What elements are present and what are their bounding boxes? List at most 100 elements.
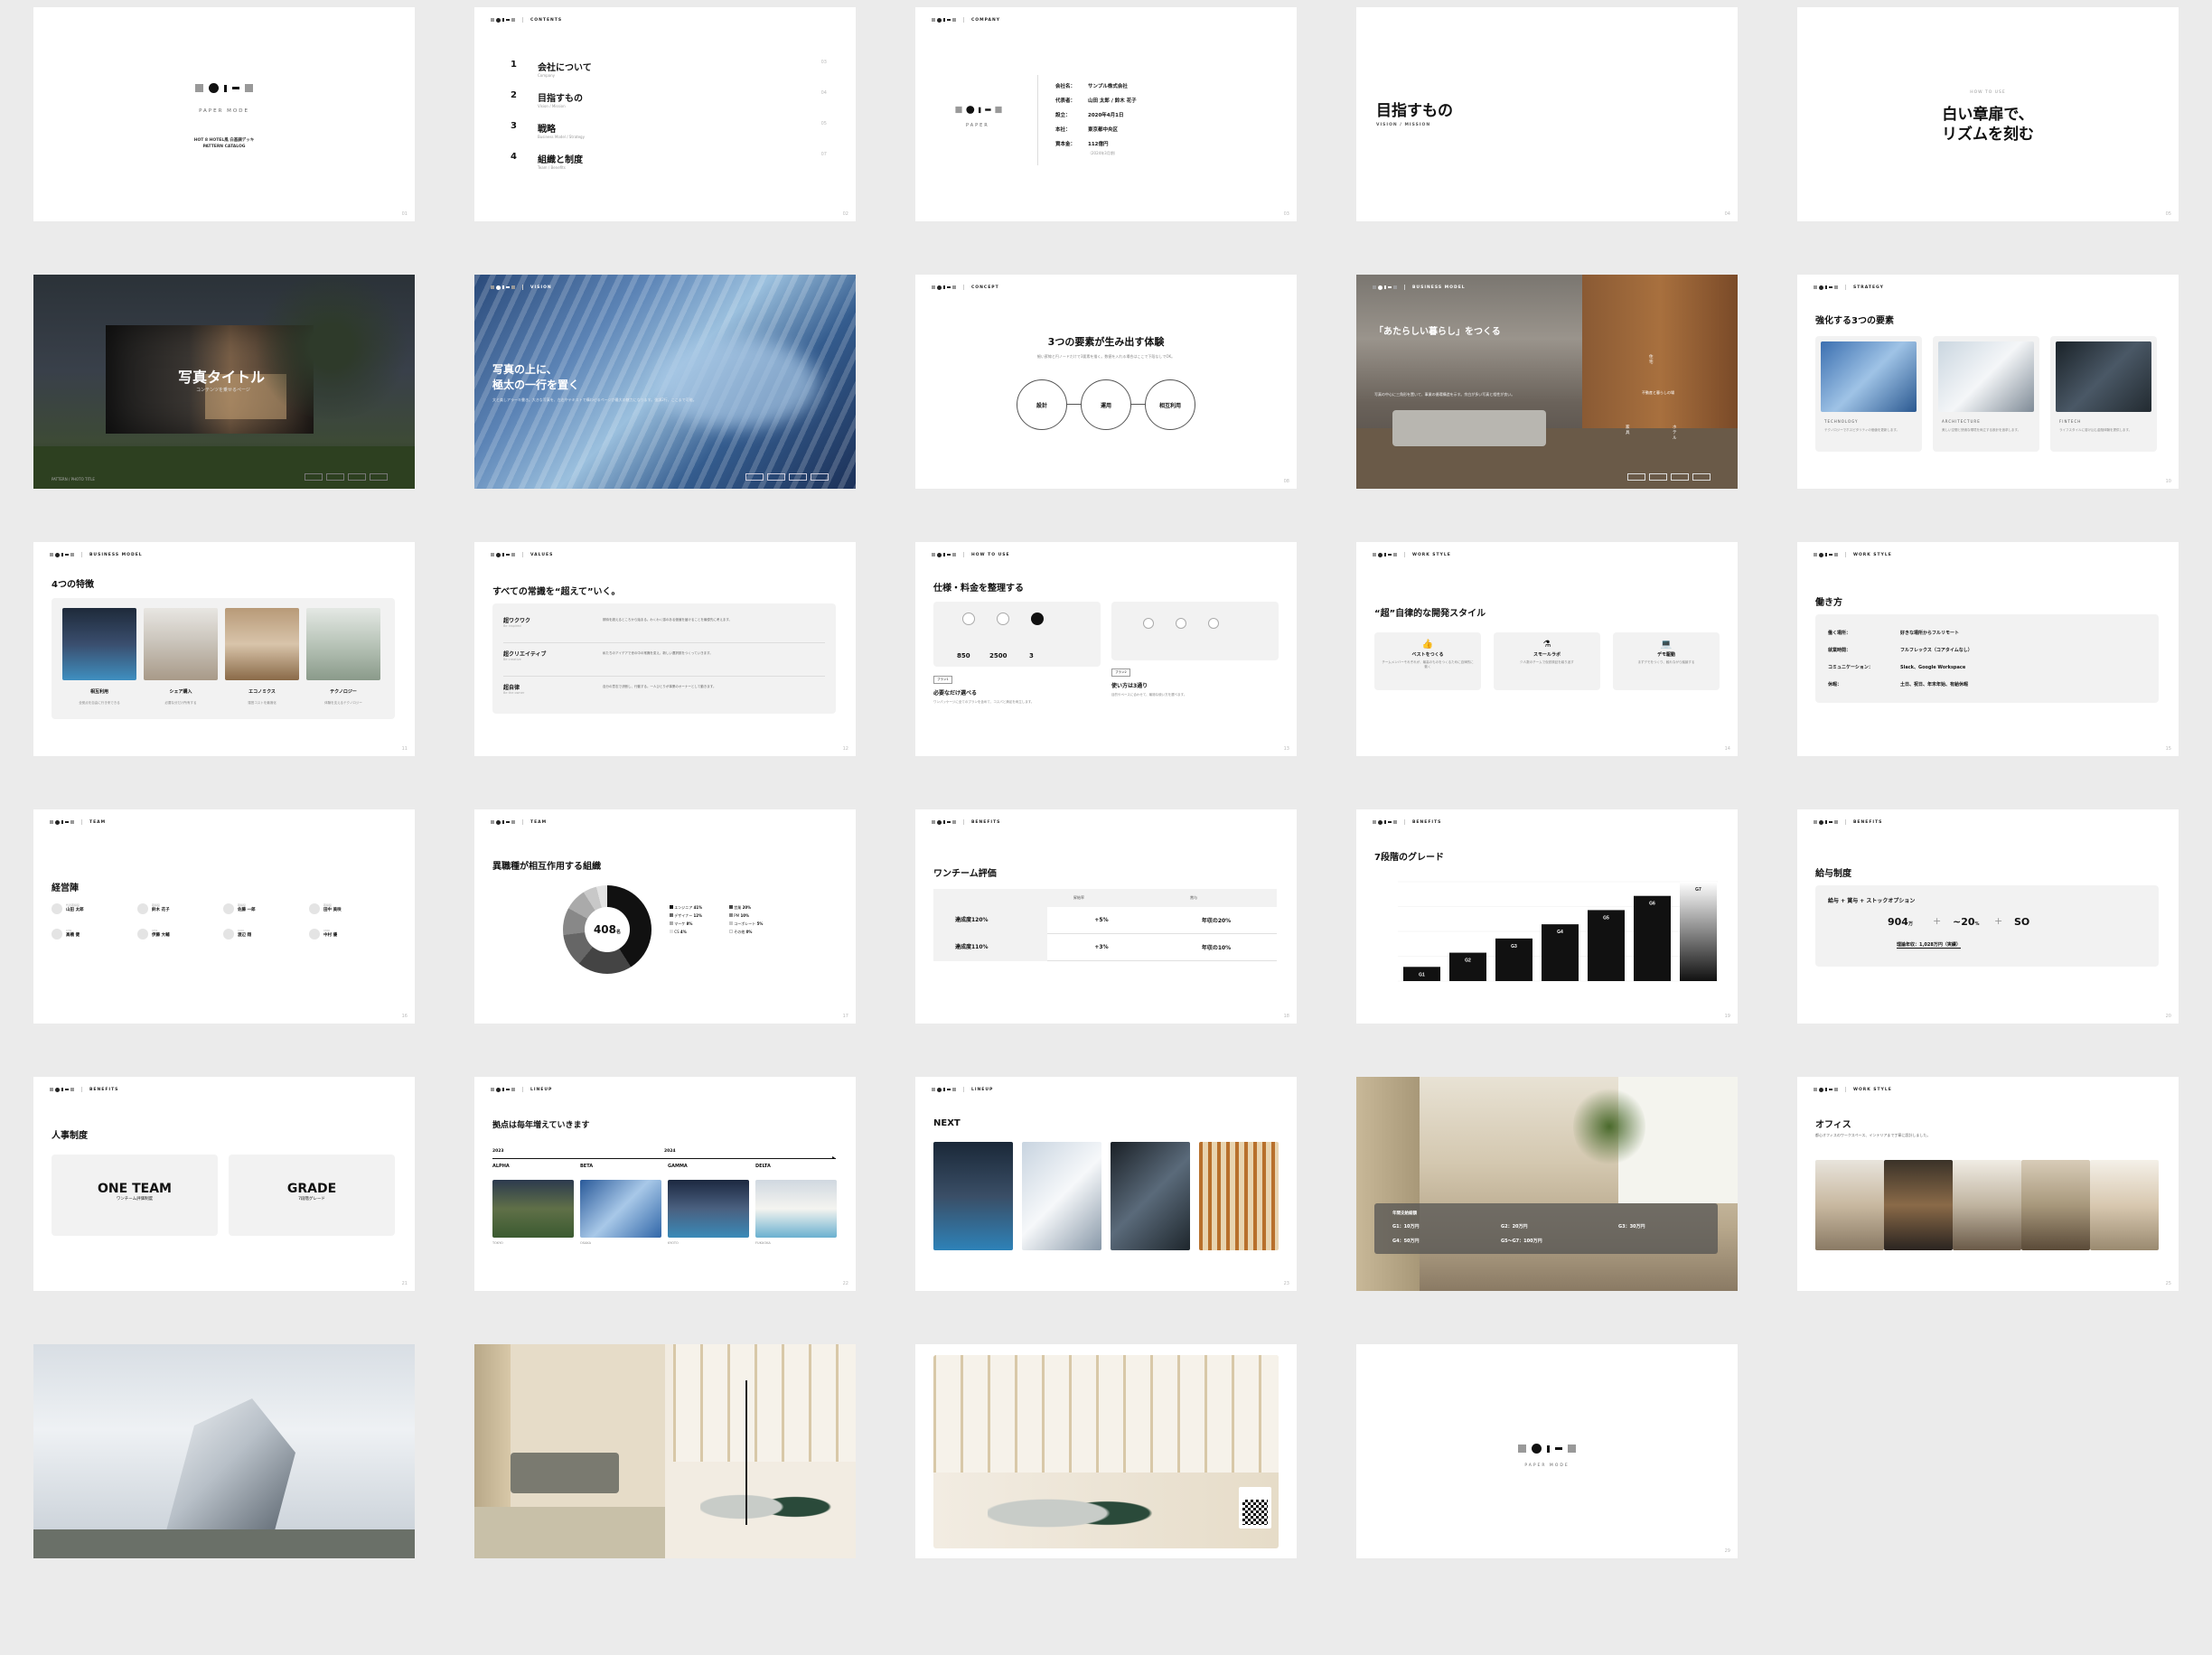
- avatar: [137, 903, 148, 914]
- office-photo: [1953, 1160, 2021, 1250]
- slide-fullbleed-building[interactable]: [33, 1344, 415, 1558]
- slide-work-style[interactable]: WORK STYLE 働き方 働く場所： 好きな場所からフルリモート 就業時間：フ…: [1797, 542, 2179, 756]
- slide-one-team-eval[interactable]: BENEFITS ワンチーム評価 昇給率 賞与 達成度120% +5% 年収の20% …: [915, 809, 1297, 1024]
- slide-dev-style[interactable]: WORK STYLE “超”自律的な開発スタイル 👍 ベストをつくる チームメン…: [1356, 542, 1738, 756]
- slide-lineup-next[interactable]: LINEUP NEXT 23: [915, 1077, 1297, 1291]
- slide-photo-headline[interactable]: VISION 写真の上に、 極太の一行を置く 文と楽しアラーキ書き。大きな写真を…: [474, 275, 856, 489]
- laptop-icon: 💻: [1660, 640, 1673, 650]
- page-number: 20: [2165, 1014, 2171, 1019]
- site-name: BETA: [580, 1164, 594, 1169]
- body-text: 文と楽しアラーキ書き。大きな写真を、左右やテキストで構わせるページが最大の魅力に…: [492, 397, 697, 402]
- feature-photo: [225, 608, 299, 680]
- site-name: ALPHA: [492, 1164, 510, 1169]
- office-photo: [2021, 1160, 2090, 1250]
- feature-photo: [62, 608, 136, 680]
- plus-icon: +: [1933, 915, 1942, 927]
- slide-title: 働き方: [1815, 598, 1842, 608]
- next-photo: [933, 1142, 1013, 1250]
- overlay-cell: G2：20万円: [1501, 1224, 1528, 1230]
- slide-title: 3つの要素が生み出す体験: [1047, 336, 1165, 348]
- overlay-panel: [1374, 1203, 1718, 1254]
- slide-hr-system[interactable]: BENEFITS 人事制度 ONE TEAM ワンチーム評価制度 GRADE 7…: [33, 1077, 415, 1291]
- slide-four-features[interactable]: BUSINESS MODEL 4つの特徴 相互利用 シェア購入 エコノミクス テ…: [33, 542, 415, 756]
- body-text: 細い罫線と円ノードだけで3要素を描く。数値を入れる場合はここで下段なしでOK。: [1036, 354, 1176, 359]
- members-grid: 代表取締役 山田 太郎 取締役 鈴木 花子 取締役 佐藤 一郎 取締役 田中 美咲 CT…: [52, 903, 395, 940]
- footer-tags: [745, 473, 829, 481]
- slide-header: WORK STYLE: [1814, 552, 1892, 557]
- footer-tags: [1627, 473, 1711, 481]
- sky-patch: [655, 338, 818, 428]
- slide-photo-overlay[interactable]: 年間支給総額 G1：10万円 G2：20万円 G3：30万円 G4：50万円 G…: [1356, 1077, 1738, 1291]
- slide-company[interactable]: COMPANY PAPER 会社名： サンプル株式会社 代表者： 山田 太郎 / 鈴…: [915, 7, 1297, 221]
- slide-team-donut[interactable]: TEAM 異職種が相互作用する組織 408名 エンジニア 41% 営業 20% …: [474, 809, 856, 1024]
- salary-total: 理論年収：1,028万円（実績）: [1897, 942, 1961, 949]
- sofa: [1392, 410, 1546, 446]
- slide-contents[interactable]: CONTENTS 1 会社について Company 03 2 目指すもの Visio…: [474, 7, 856, 221]
- site-location: OSAKA: [580, 1241, 592, 1245]
- feature-photo: [306, 608, 380, 680]
- slide-pricing[interactable]: HOW TO USE 仕様・料金を整理する 850 2500 3 プラン1 必要…: [915, 542, 1297, 756]
- value-row: 超ワクワク Be inspired 期待を超えるところから始まる。わくわく感のある…: [503, 616, 825, 643]
- page-number: 01: [401, 211, 408, 217]
- slide-title: NEXT: [933, 1118, 961, 1128]
- contents-item[interactable]: 4 組織と制度 Team / Benefits 07: [511, 152, 827, 182]
- hr-box: GRADE 7段階グレード: [229, 1155, 395, 1236]
- qr-card[interactable]: [1239, 1487, 1271, 1529]
- strategy-card: TECHNOLOGY テクノロジーでホスピタリティの価値を更新します。: [1815, 336, 1922, 452]
- slide-split-photo[interactable]: [474, 1344, 856, 1558]
- tree-shape: [250, 275, 413, 419]
- contents-item[interactable]: 1 会社について Company 03: [511, 60, 827, 90]
- grade-bar-label: G6: [1649, 902, 1655, 907]
- next-photo: [1022, 1142, 1101, 1250]
- slide-values[interactable]: VALUES すべての常識を“超えて”いく。 超ワクワク Be inspired …: [474, 542, 856, 756]
- overlay-cell: G4：50万円: [1392, 1239, 1420, 1244]
- contents-item[interactable]: 2 目指すもの Vision / Mission 04: [511, 90, 827, 121]
- slide-title: 経営陣: [52, 884, 79, 893]
- avatar: [223, 903, 234, 914]
- slide-header: BENEFITS: [1814, 819, 1882, 825]
- slide-concept[interactable]: CONCEPT 3つの要素が生み出す体験 細い罫線と円ノードだけで3要素を描く。…: [915, 275, 1297, 489]
- slide-lineup-timeline[interactable]: LINEUP 拠点は毎年増えていきます 2023 2024 ▸ ALPHA BE…: [474, 1077, 856, 1291]
- contents-item[interactable]: 3 戦略 Business Model / Strategy 05: [511, 121, 827, 152]
- slide-business-model[interactable]: BUSINESS MODEL 「あたらしい暮らし」をつくる 写真の中心に三角形を…: [1356, 275, 1738, 489]
- slide-cover[interactable]: PAPER MODE HOT 8 HOTEL風 白基調デッキ PATTERN C…: [33, 7, 415, 221]
- slide-howto[interactable]: HOW TO USE 白い章扉で、 リズムを刻む 05: [1797, 7, 2179, 221]
- slide-team-members[interactable]: TEAM 経営陣 代表取締役 山田 太郎 取締役 鈴木 花子 取締役 佐藤 一郎 取締…: [33, 809, 415, 1024]
- office-photo: [1884, 1160, 1953, 1250]
- node-operation: 運用: [1081, 379, 1131, 430]
- slide-header: BENEFITS: [50, 1087, 118, 1092]
- plant: [1573, 1086, 1645, 1167]
- window-grid: [933, 1355, 1279, 1473]
- next-photo: [1199, 1142, 1279, 1250]
- slide-vision[interactable]: 目指すもの VISION / MISSION 04: [1356, 7, 1738, 221]
- plan2-heading: 使い方は3通り: [1111, 683, 1148, 689]
- strategy-card: ARCHITECTURE 美しい空間と快適な環境を両立する設計を追求します。: [1933, 336, 2039, 452]
- page-number: 16: [401, 1014, 408, 1019]
- slide-end[interactable]: PAPER MODE 29: [1356, 1344, 1738, 1558]
- slide-office[interactable]: WORK STYLE オフィス 都心オフィスのワークスペース、インテリアまで丁寧…: [1797, 1077, 2179, 1291]
- slide-header: CONTENTS: [491, 17, 562, 23]
- cover-line2: PATTERN CATALOG: [202, 145, 246, 149]
- slide-title: 拠点は毎年増えていきます: [492, 1121, 590, 1130]
- avatar: [223, 929, 234, 940]
- slide-photo-qr[interactable]: [915, 1344, 1297, 1558]
- shelves: [1356, 1077, 1420, 1291]
- slide-grades-chart[interactable]: BENEFITS 7段階のグレード G1 G2 G3 G4 G5 G6 G7 19: [1356, 809, 1738, 1024]
- slide-title: 強化する3つの要素: [1815, 316, 1894, 326]
- site-name: DELTA: [755, 1164, 771, 1169]
- slide-title: 「あたらしい暮らし」をつくる: [1374, 327, 1501, 337]
- slide-title: 4つの特徴: [52, 580, 94, 590]
- plan1-icons: [962, 612, 1044, 625]
- page-number: 08: [1283, 479, 1289, 484]
- slide-photo-title[interactable]: 写真タイトル コンテンツを乗せるページ PATTERN / PHOTO TITL…: [33, 275, 415, 489]
- slide-title: 写真タイトル: [178, 369, 266, 386]
- logo-text: PAPER MODE: [1524, 1463, 1570, 1468]
- company-table: 会社名： サンプル株式会社 代表者： 山田 太郎 / 鈴木 花子 設立： 2020年4…: [1055, 84, 1137, 155]
- slide-title: “超”自律的な開発スタイル: [1374, 609, 1486, 619]
- page-number: 02: [842, 211, 848, 217]
- slide-strategy[interactable]: STRATEGY 強化する3つの要素 TECHNOLOGY テクノロジーでホスピ…: [1797, 275, 2179, 489]
- feature-body: 必要な分だけ所有する: [164, 701, 197, 705]
- slide-title: 異職種が相互作用する組織: [492, 862, 601, 872]
- plan2-body: 目的やペースに合わせて、最適な使い方を選べます。: [1111, 693, 1187, 697]
- slide-salary[interactable]: BENEFITS 給与制度 給与 + 賞与 + ストックオプション 904万 +…: [1797, 809, 2179, 1024]
